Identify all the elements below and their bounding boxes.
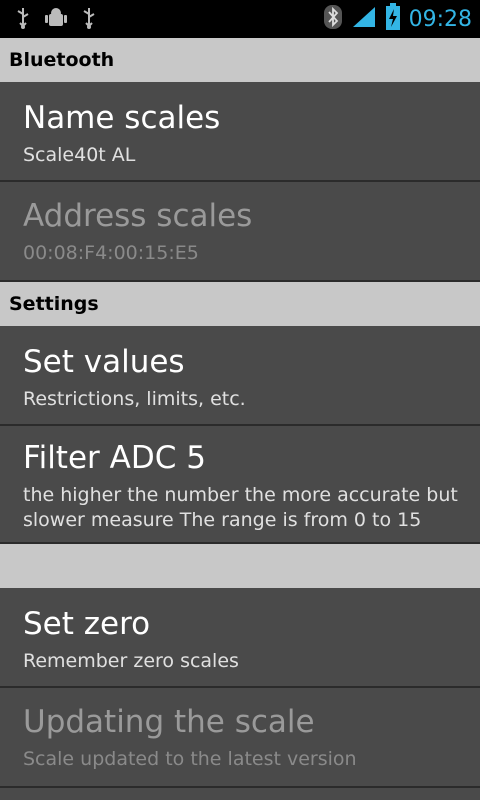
status-clock: 09:28 xyxy=(408,6,472,32)
section-header-bluetooth: Bluetooth xyxy=(0,38,480,82)
section-header-empty xyxy=(0,544,480,588)
pref-name-scales[interactable]: Name scales Scale40t AL xyxy=(0,82,480,182)
pref-address-scales: Address scales 00:08:F4:00:15:E5 xyxy=(0,182,480,282)
android-debug-icon xyxy=(44,6,68,34)
usb-icon xyxy=(14,6,32,34)
pref-summary: Scale updated to the latest version xyxy=(23,748,357,770)
pref-summary-line-2: slower measure The range is from 0 to 15 xyxy=(23,509,422,531)
pref-title: Filter ADC 5 xyxy=(23,440,206,476)
pref-title: Address scales xyxy=(23,198,253,234)
pref-summary: Scale40t AL xyxy=(23,144,136,166)
pref-set-values[interactable]: Set values Restrictions, limits, etc. xyxy=(0,326,480,426)
battery-charging-icon xyxy=(385,3,401,35)
pref-set-zero[interactable]: Set zero Remember zero scales xyxy=(0,588,480,688)
usb-icon xyxy=(80,6,98,34)
pref-title: Set zero xyxy=(23,606,151,642)
pref-summary: Restrictions, limits, etc. xyxy=(23,388,246,410)
pref-filter-adc[interactable]: Filter ADC 5 the higher the number the m… xyxy=(0,426,480,544)
pref-summary: Remember zero scales xyxy=(23,650,239,672)
bluetooth-icon xyxy=(323,4,343,34)
pref-summary-line-1: the higher the number the more accurate … xyxy=(23,484,458,506)
pref-title: Name scales xyxy=(23,100,221,136)
signal-icon xyxy=(351,5,377,33)
pref-summary: 00:08:F4:00:15:E5 xyxy=(23,242,199,264)
pref-updating-scale: Updating the scale Scale updated to the … xyxy=(0,688,480,788)
section-header-settings: Settings xyxy=(0,282,480,326)
status-bar: 09:28 xyxy=(0,0,480,38)
pref-title: Updating the scale xyxy=(23,704,315,740)
pref-title: Set values xyxy=(23,344,185,380)
